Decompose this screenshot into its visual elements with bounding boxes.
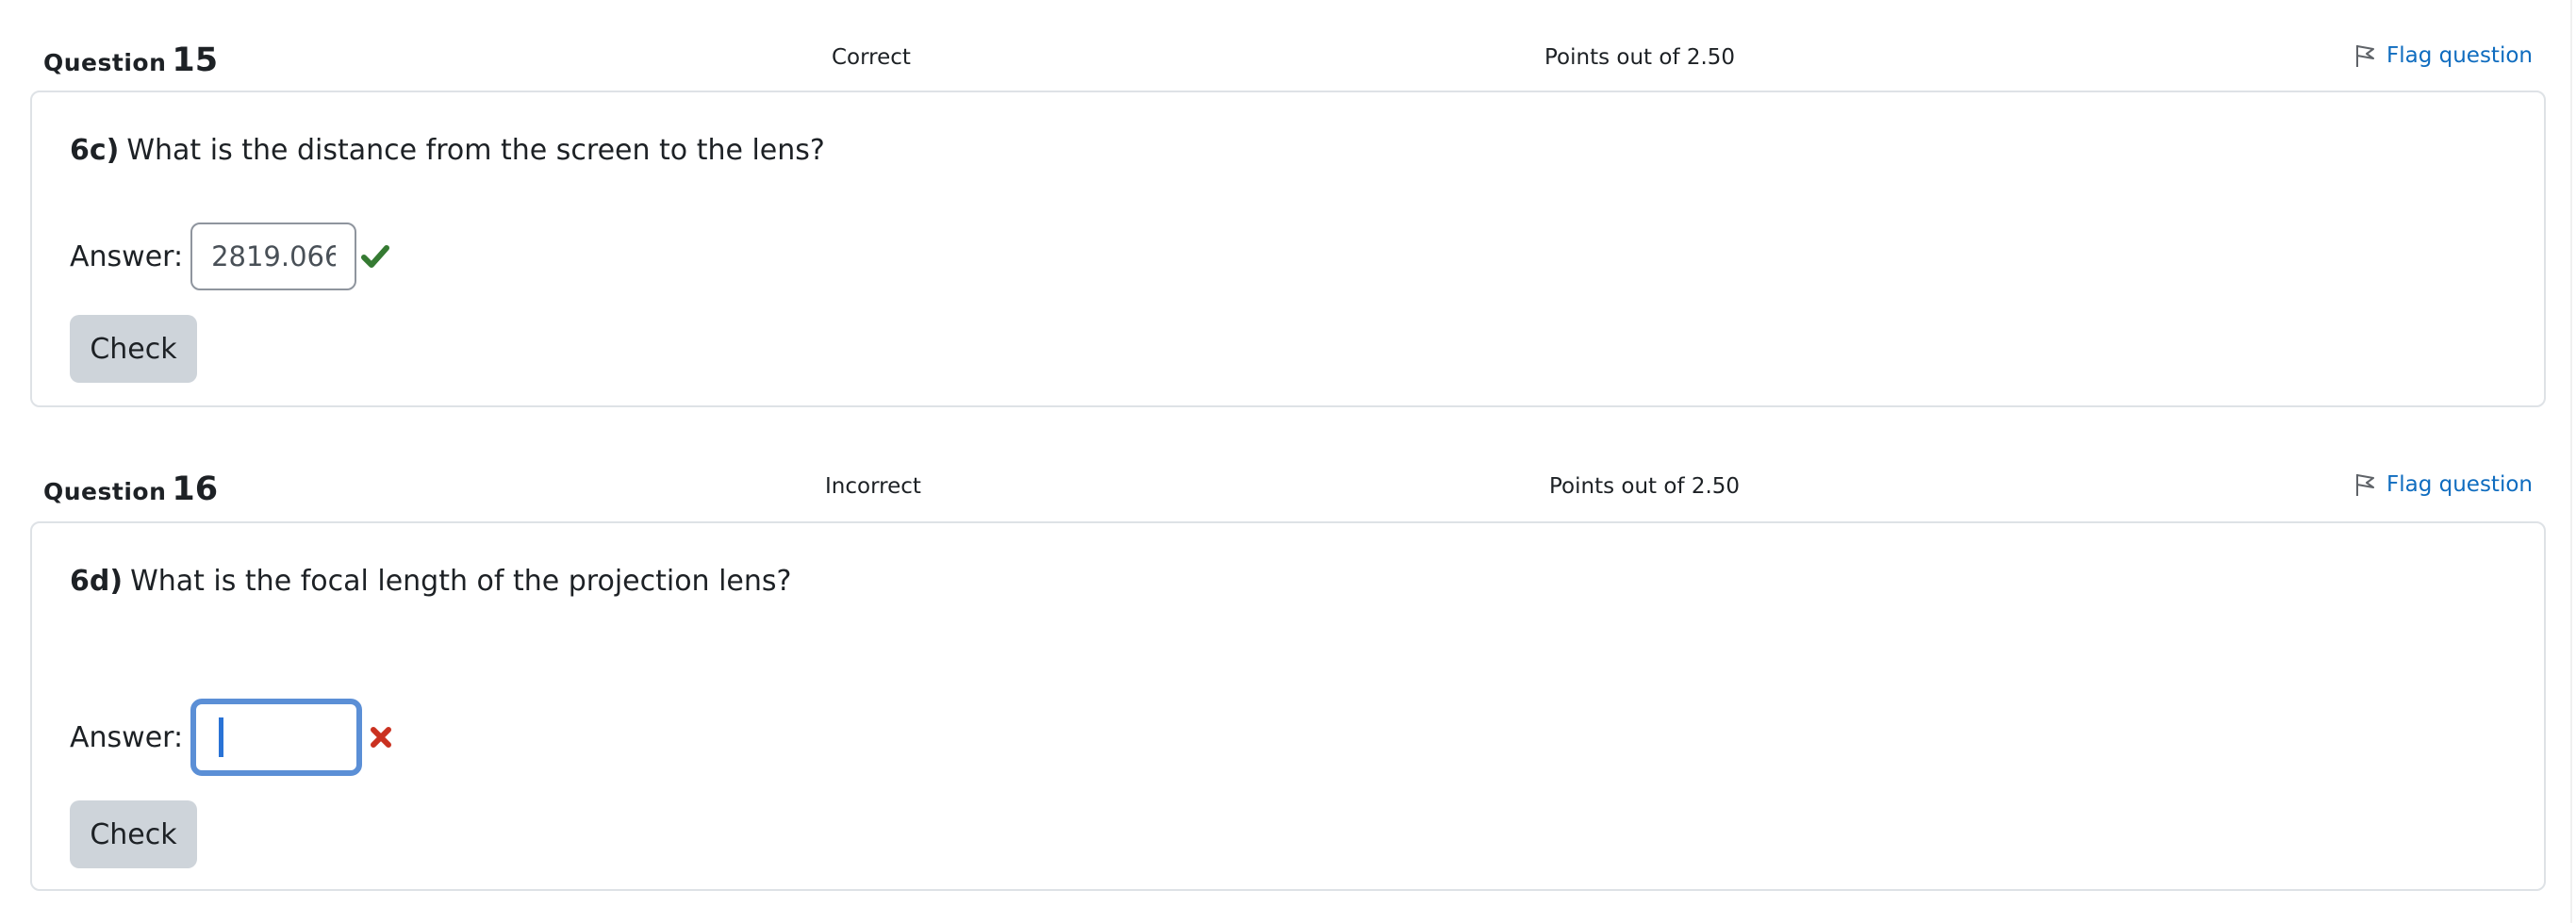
check-button[interactable]: Check [70,800,197,868]
question-content-box: 6d) What is the focal length of the proje… [30,521,2546,891]
flag-question-link[interactable]: Flag question [2354,472,2533,497]
check-mark-icon [360,241,390,272]
question-15: Question 15 Correct Points out of 2.50 Fl… [0,0,2576,407]
question-part-label: 6c) [70,134,120,167]
question-number: 15 [172,41,219,79]
question-title: Question 16 [43,470,218,508]
flag-outline-icon [2354,43,2377,68]
question-number: 16 [172,470,219,508]
question-title-word: Question [43,478,167,505]
answer-input[interactable] [190,223,357,290]
flag-question-label: Flag question [2386,43,2533,68]
question-content-box: 6c) What is the distance from the screen … [30,91,2546,407]
flag-question-label: Flag question [2386,472,2533,497]
flag-outline-icon [2354,472,2377,497]
answer-row: Answer: [70,223,390,290]
answer-label: Answer: [70,720,184,754]
question-title: Question 15 [43,41,218,79]
question-part-label: 6d) [70,565,124,598]
question-grade: Points out of 2.50 [1549,474,1741,499]
question-grade: Points out of 2.50 [1544,45,1736,70]
answer-row: Answer: [70,699,396,776]
question-state: Incorrect [825,474,921,499]
text-caret [219,717,224,757]
check-button[interactable]: Check [70,315,197,383]
cross-mark-icon [366,722,396,752]
question-prompt: What is the focal length of the projecti… [130,565,792,598]
question-header: Question 15 Correct Points out of 2.50 Fl… [0,0,2576,91]
question-text: 6c) What is the distance from the screen … [70,134,825,167]
question-16: Question 16 Incorrect Points out of 2.50 … [0,429,2576,891]
question-title-word: Question [43,49,167,76]
answer-input[interactable] [190,699,363,776]
question-prompt: What is the distance from the screen to … [126,134,825,167]
question-header: Question 16 Incorrect Points out of 2.50 … [0,429,2576,519]
flag-question-link[interactable]: Flag question [2354,43,2533,68]
answer-input-wrapper [190,699,363,776]
question-text: 6d) What is the focal length of the proje… [70,565,791,598]
question-state: Correct [832,45,911,70]
answer-label: Answer: [70,239,184,273]
